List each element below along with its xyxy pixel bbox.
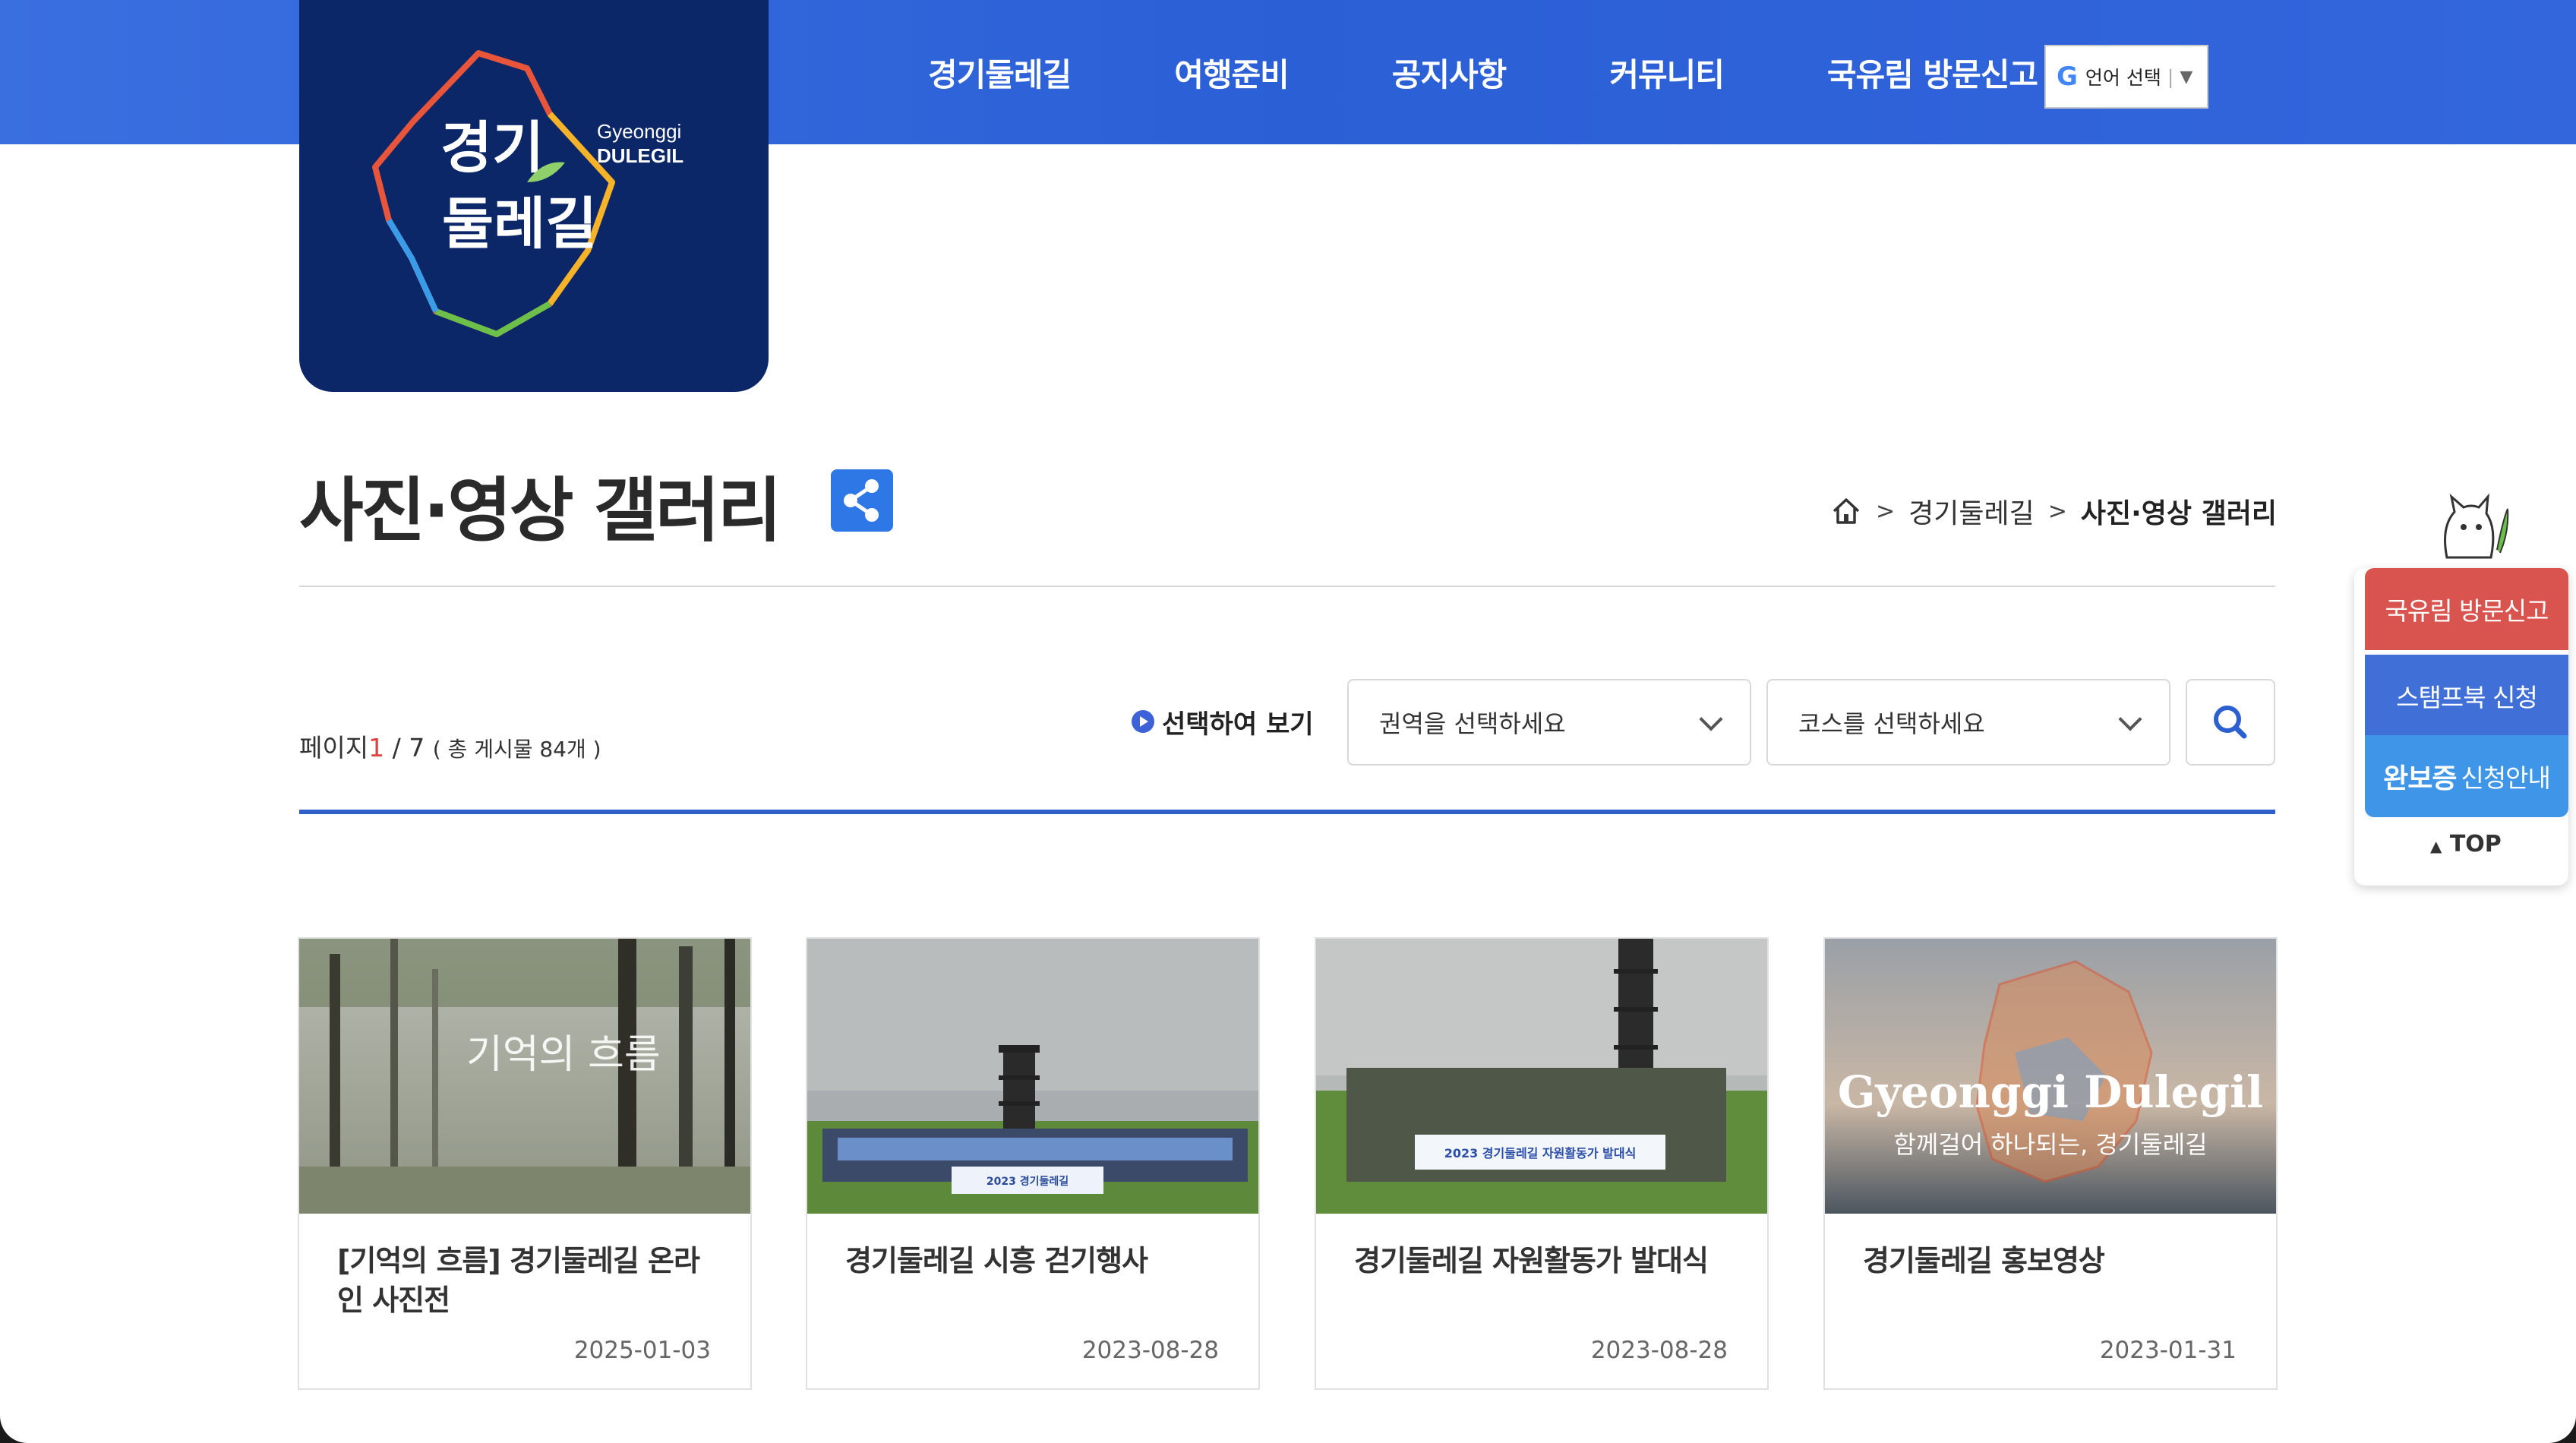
chevron-down-icon [2118,707,2142,731]
gallery-thumbnail: 2023 경기둘레길 [807,939,1258,1214]
logo-text-en-1: Gyeonggi [597,120,681,143]
language-divider: | [2167,65,2174,88]
main-nav: 경기둘레길 여행준비 공지사항 커뮤니티 국유림 방문신고 [928,46,2038,99]
language-select-label: 언어 선택 [2085,67,2161,89]
top-label: TOP [2449,831,2502,857]
language-select[interactable]: G 언어 선택 | ▼ [2044,45,2208,109]
title-divider [299,586,2275,587]
home-icon[interactable] [1830,496,1862,526]
certificate-label: 신청안내 [2461,763,2550,793]
gallery-card[interactable]: Gyeonggi Dulegil 함께걸어 하나되는, 경기둘레길 경기둘레길 … [1823,937,2278,1390]
chevron-down-icon [1699,707,1723,731]
page: 경기둘레길 여행준비 공지사항 커뮤니티 국유림 방문신고 G 언어 선택 | … [0,0,2576,1443]
forest-report-button[interactable]: 국유림 방문신고 [2365,568,2568,650]
gallery-card-title[interactable]: 경기둘레길 홍보영상 [1863,1241,2243,1280]
course-select[interactable]: 코스를 선택하세요 [1766,679,2170,766]
current-page: 1 [368,733,385,763]
share-button[interactable] [831,469,893,532]
logo-mark: 경기 둘레길 Gyeonggi DULEGIL [372,50,683,337]
gallery-card-title[interactable]: 경기둘레길 시흥 걷기행사 [845,1241,1225,1280]
gallery-card-title[interactable]: [기억의 흐름] 경기둘레길 온라인 사진전 [337,1241,717,1320]
gallery-card-date: 2023-08-28 [1081,1337,1219,1364]
breadcrumb-current: 사진·영상 갤러리 [2080,498,2277,529]
nav-item-community[interactable]: 커뮤니티 [1609,49,1725,96]
search-icon [2214,706,2247,739]
gallery-card[interactable]: 2023 경기둘레길 경기둘레길 시흥 걷기행사 2023-08-28 [806,937,1260,1390]
breadcrumb-item-dulegil[interactable]: 경기둘레길 [1908,491,2035,531]
thumbnail-subtitle-kr: 함께걸어 하나되는, 경기둘레길 [1893,1130,2207,1159]
nav-item-dulegil[interactable]: 경기둘레길 [928,49,1072,96]
nav-item-travel-prep[interactable]: 여행준비 [1174,49,1290,96]
course-select-placeholder: 코스를 선택하세요 [1798,709,1985,738]
back-to-top-button[interactable]: ▲ TOP [2430,831,2502,857]
gallery-card[interactable]: 2023 경기둘레길 자원활동가 발대식 경기둘레길 자원활동가 발대식 202… [1315,937,1769,1390]
search-button[interactable] [2186,679,2275,766]
page-info: 페이지1 / 7 ( 총 게시물 84개 ) [299,728,601,764]
gallery-card[interactable]: 기억의 흐름 [기억의 흐름] 경기둘레길 온라인 사진전 2025-01-03 [298,937,752,1390]
logo-text-kr-1: 경기 [440,115,544,181]
breadcrumb: > 경기둘레길 > 사진·영상 갤러리 [1830,492,2277,530]
breadcrumb-separator: > [2047,497,2067,525]
gallery-card-title[interactable]: 경기둘레길 자원활동가 발대식 [1354,1241,1734,1280]
logo-text-kr-2: 둘레길 [442,191,597,257]
filter-label-text: 선택하여 보기 [1162,709,1314,740]
logo-text-en-2: DULEGIL [597,144,683,167]
site-logo[interactable]: 경기 둘레길 Gyeonggi DULEGIL [299,0,769,392]
gallery-card-date: 2023-01-31 [2099,1337,2237,1364]
breadcrumb-separator: > [1876,497,1896,525]
thumbnail-caption: 기억의 흐름 [466,1032,661,1078]
gallery-card-date: 2025-01-03 [573,1337,711,1364]
region-select-placeholder: 권역을 선택하세요 [1379,709,1566,738]
nav-item-notice[interactable]: 공지사항 [1392,49,1507,96]
gallery-card-date: 2023-08-28 [1590,1337,1728,1364]
stampbook-button[interactable]: 스탬프북 신청 [2365,655,2568,737]
list-top-divider [299,810,2275,814]
page-label: 페이지 [299,733,369,763]
region-select[interactable]: 권역을 선택하세요 [1347,679,1751,766]
gallery-thumbnail: 2023 경기둘레길 자원활동가 발대식 [1316,939,1767,1214]
page-title: 사진·영상 갤러리 [299,470,781,551]
certificate-label-bold: 완보증 [2383,763,2457,794]
thumbnail-banner-text: 2023 경기둘레길 자원활동가 발대식 [1444,1146,1637,1160]
total-pages: / 7 [392,733,425,763]
gallery-thumbnail: Gyeonggi Dulegil 함께걸어 하나되는, 경기둘레길 [1825,939,2276,1214]
thumbnail-banner-text: 2023 경기둘레길 [987,1175,1069,1188]
play-circle-icon [1132,710,1154,733]
mascot-icon [2444,493,2509,559]
filter-label: 선택하여 보기 [1132,703,1314,740]
nav-item-forest-report[interactable]: 국유림 방문신고 [1827,49,2038,96]
certificate-button[interactable]: 완보증 신청안내 [2365,735,2568,817]
chevron-down-icon: ▼ [2180,67,2193,87]
arrow-up-icon: ▲ [2430,837,2442,855]
total-posts: ( 총 게시물 84개 ) [432,737,601,762]
quick-menu: 국유림 방문신고 스탬프북 신청 완보증 신청안내 ▲ TOP [2354,489,2570,886]
share-icon [844,479,879,522]
thumbnail-title-en: Gyeonggi Dulegil [1838,1066,2263,1118]
gallery-thumbnail: 기억의 흐름 [299,939,750,1214]
google-icon: G [2057,62,2078,92]
